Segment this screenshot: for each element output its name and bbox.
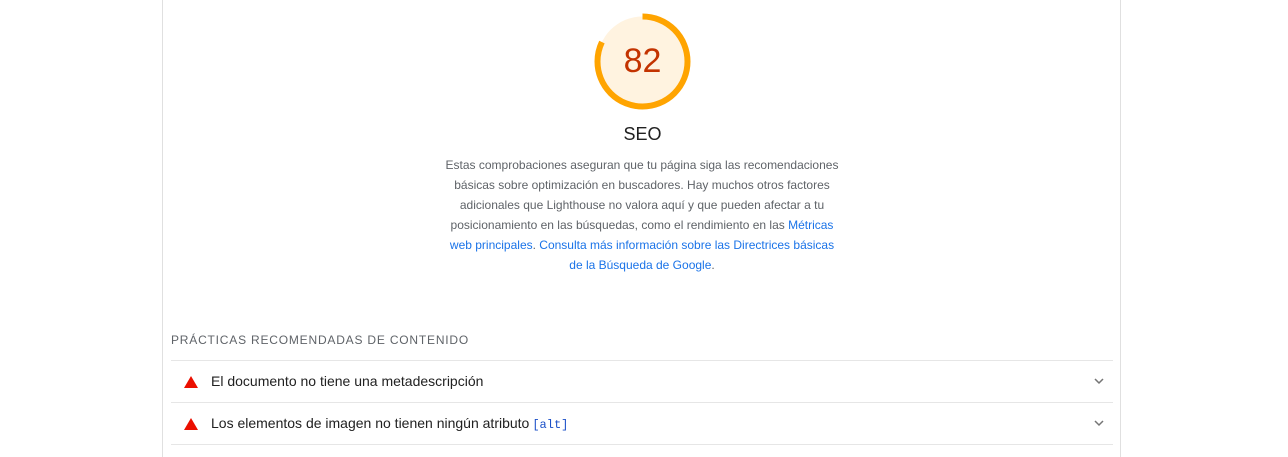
audit-title: Los elementos de imagen no tienen ningún… <box>211 415 568 432</box>
audit-image-alt[interactable]: Los elementos de imagen no tienen ningún… <box>171 402 1113 445</box>
audit-title-text: El documento no tiene una metadescripció… <box>211 373 484 389</box>
score-value: 82 <box>623 42 662 80</box>
audit-title-text: Los elementos de imagen no tienen ningún… <box>211 415 530 431</box>
chevron-down-icon[interactable] <box>1093 375 1105 387</box>
audit-list: El documento no tiene una metadescripció… <box>171 360 1113 445</box>
description-text: Estas comprobaciones aseguran que tu pág… <box>445 158 839 232</box>
audit-title: El documento no tiene una metadescripció… <box>211 373 483 389</box>
chevron-down-icon[interactable] <box>1093 417 1105 429</box>
fail-triangle-icon <box>184 418 198 430</box>
score-gauge[interactable]: 82 <box>594 13 691 110</box>
audit-code: [alt] <box>532 418 569 432</box>
category-title: SEO <box>623 124 662 144</box>
report-container: 82 SEO Estas comprobaciones aseguran que… <box>162 0 1121 457</box>
fail-triangle-icon <box>184 376 198 388</box>
google-search-essentials-link[interactable]: Consulta más información sobre las Direc… <box>539 238 834 272</box>
audit-meta-description[interactable]: El documento no tiene una metadescripció… <box>171 360 1113 402</box>
category-description: Estas comprobaciones aseguran que tu pág… <box>443 155 841 275</box>
group-title: PRÁCTICAS RECOMENDADAS DE CONTENIDO <box>171 333 470 347</box>
description-end: . <box>711 258 715 272</box>
